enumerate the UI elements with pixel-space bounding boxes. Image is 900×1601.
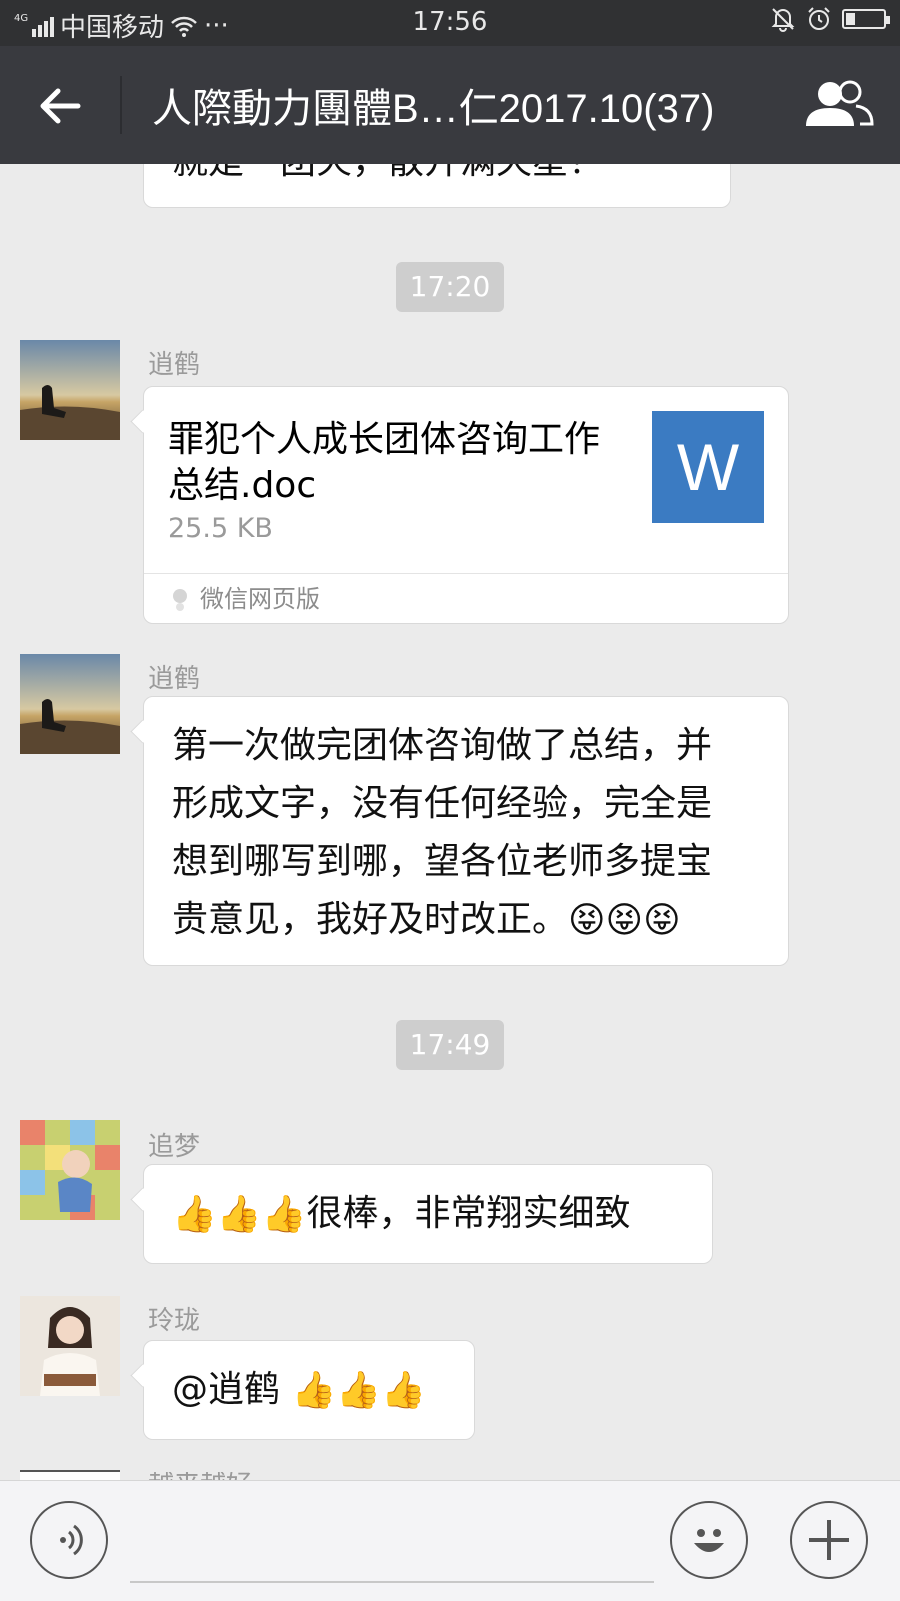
title-bar: 人際動力團體B…仁2017.10(37) [0, 46, 900, 164]
more-button[interactable] [790, 1501, 868, 1579]
status-bar: 4G 中国移动 ··· 17:56 [0, 0, 900, 46]
file-source-label: 微信网页版 [200, 585, 320, 613]
text-message-bubble[interactable]: 👍👍👍很棒，非常翔实细致 [143, 1164, 713, 1264]
text-message-bubble[interactable]: @逍鹤 👍👍👍 [143, 1340, 475, 1440]
tongue-out-emoji: 😝😝😝 [568, 900, 681, 941]
alarm-icon [808, 7, 830, 30]
title-divider [120, 76, 122, 134]
emoji-icon [694, 1529, 724, 1552]
avatar-image [20, 1296, 120, 1396]
avatar-partial[interactable] [20, 1470, 120, 1480]
sender-name: 玲珑 [148, 1306, 201, 1336]
word-doc-icon: W [652, 411, 764, 523]
status-right [770, 6, 890, 32]
message-text-content: 很棒，非常翔实细致 [306, 1193, 631, 1234]
message-line-1: 第一次做完团体咨询做了总结，并 [172, 725, 713, 766]
file-name: 罪犯个人成长团体咨询工作总结.doc [168, 419, 601, 506]
message-text: @逍鹤 👍👍👍 [172, 1361, 426, 1420]
message-text-previous: 就是一团火，散开满天星！ [172, 164, 604, 191]
sender-name-partial: 越来越好 [148, 1472, 252, 1480]
avatar-zhuimeng[interactable] [20, 1120, 120, 1220]
message-input[interactable] [130, 1499, 654, 1583]
group-members-icon[interactable] [804, 78, 874, 134]
plus-icon [809, 1520, 849, 1560]
thumbs-up-emoji: 👍👍👍 [172, 1194, 307, 1235]
file-message-bubble[interactable]: 罪犯个人成长团体咨询工作总结.doc 25.5 KB W 微信网页版 [143, 386, 789, 624]
message-line-4-text: 贵意见，我好及时改正。 [172, 899, 569, 940]
bell-muted-icon [771, 8, 795, 32]
chat-title: 人際動力團體B…仁2017.10(37) [152, 87, 715, 131]
avatar-image [20, 340, 120, 440]
timestamp-1720: 17:20 [396, 262, 504, 312]
message-bubble-previous[interactable]: 就是一团火，散开满天星！ [143, 164, 731, 208]
avatar-linglong[interactable] [20, 1296, 120, 1396]
file-source-footer: 微信网页版 [144, 573, 788, 623]
sender-name: 逍鹤 [148, 664, 201, 694]
thumbs-up-emoji: 👍👍👍 [291, 1370, 426, 1411]
message-list[interactable]: 就是一团火，散开满天星！ 17:20 逍鹤 罪犯个人成长团体咨询工作总结.doc… [0, 164, 900, 1480]
emoji-button[interactable] [670, 1501, 748, 1579]
input-bar [0, 1480, 900, 1601]
text-message-bubble[interactable]: 第一次做完团体咨询做了总结，并 形成文字，没有任何经验，完全是 想到哪写到哪，望… [143, 696, 789, 966]
wechat-web-icon [173, 589, 187, 611]
voice-icon [60, 1524, 83, 1556]
message-text: 第一次做完团体咨询做了总结，并 形成文字，没有任何经验，完全是 想到哪写到哪，望… [172, 717, 772, 950]
timestamp-1749: 17:49 [396, 1020, 504, 1070]
avatar-image [20, 654, 120, 754]
battery-icon [842, 9, 890, 29]
message-text: 👍👍👍很棒，非常翔实细致 [172, 1185, 631, 1244]
avatar-xiaohe[interactable] [20, 340, 120, 440]
message-line-4: 贵意见，我好及时改正。😝😝😝 [172, 891, 772, 950]
message-line-3: 想到哪写到哪，望各位老师多提宝 [172, 841, 713, 882]
sender-name: 逍鹤 [148, 350, 201, 380]
voice-button[interactable] [30, 1501, 108, 1579]
status-time: 17:56 [412, 7, 488, 37]
file-size: 25.5 KB [168, 513, 273, 544]
sender-name: 追梦 [148, 1132, 201, 1162]
message-line-2: 形成文字，没有任何经验，完全是 [172, 783, 713, 824]
avatar-xiaohe[interactable] [20, 654, 120, 754]
mention-text: @逍鹤 [172, 1369, 281, 1410]
back-arrow-icon[interactable] [36, 82, 84, 130]
avatar-image [20, 1120, 120, 1220]
